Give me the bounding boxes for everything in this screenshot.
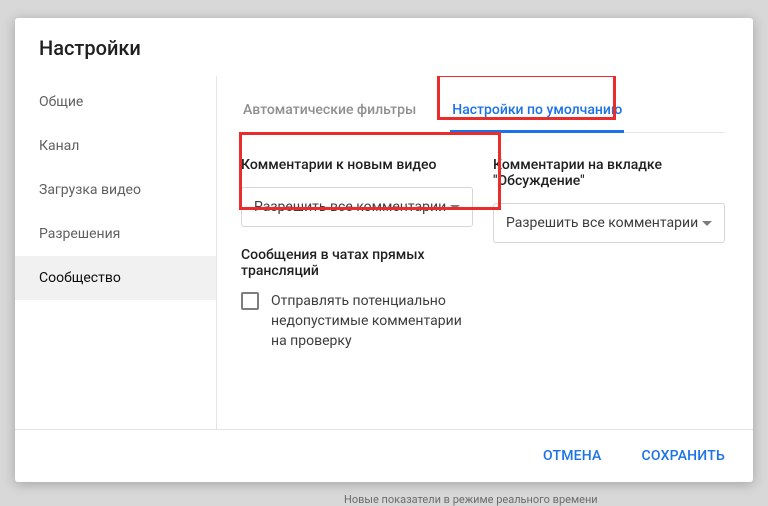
col-discussion-comments: Комментарии на вкладке "Обсуждение" Разр…	[493, 157, 725, 351]
comment-settings-row: Комментарии к новым видео Разрешить все …	[241, 157, 725, 351]
label-live-chat: Сообщения в чатах прямых трансляций	[241, 247, 473, 279]
tab-default-settings[interactable]: Настройки по умолчанию	[450, 88, 624, 132]
cancel-button[interactable]: ОТМЕНА	[533, 440, 612, 472]
tab-auto-filters[interactable]: Автоматические фильтры	[241, 88, 418, 132]
settings-dialog: Настройки Общие Канал Загрузка видео Раз…	[15, 18, 753, 482]
sidebar-item-permissions[interactable]: Разрешения	[15, 212, 216, 256]
select-new-video-value: Разрешить все комментарии	[254, 199, 446, 215]
settings-sidebar: Общие Канал Загрузка видео Разрешения Со…	[15, 76, 217, 429]
sidebar-item-community[interactable]: Сообщество	[15, 256, 216, 300]
checkbox-hold-inappropriate[interactable]	[241, 292, 259, 310]
label-new-video-comments: Комментарии к новым видео	[241, 157, 473, 173]
tabs: Автоматические фильтры Настройки по умол…	[241, 88, 725, 133]
select-new-video-comments[interactable]: Разрешить все комментарии	[241, 187, 473, 227]
sidebar-item-upload[interactable]: Загрузка видео	[15, 168, 216, 212]
checkbox-hold-inappropriate-label: Отправлять потенциально недопустимые ком…	[271, 291, 473, 351]
live-chat-checkbox-row: Отправлять потенциально недопустимые ком…	[241, 291, 473, 351]
dialog-footer: ОТМЕНА СОХРАНИТЬ	[15, 429, 753, 482]
sidebar-item-general[interactable]: Общие	[15, 80, 216, 124]
caret-down-icon	[450, 205, 460, 210]
sidebar-item-channel[interactable]: Канал	[15, 124, 216, 168]
select-discussion-comments[interactable]: Разрешить все комментарии	[493, 203, 725, 243]
label-discussion-comments: Комментарии на вкладке "Обсуждение"	[493, 157, 725, 189]
save-button[interactable]: СОХРАНИТЬ	[632, 440, 735, 472]
settings-content: Автоматические фильтры Настройки по умол…	[217, 76, 753, 429]
dialog-body: Общие Канал Загрузка видео Разрешения Со…	[15, 76, 753, 429]
col-new-video-comments: Комментарии к новым видео Разрешить все …	[241, 157, 473, 351]
background-text: Новые показатели в режиме реального врем…	[344, 493, 598, 506]
select-discussion-value: Разрешить все комментарии	[506, 215, 698, 231]
caret-down-icon	[702, 221, 712, 226]
dialog-title: Настройки	[15, 18, 753, 76]
